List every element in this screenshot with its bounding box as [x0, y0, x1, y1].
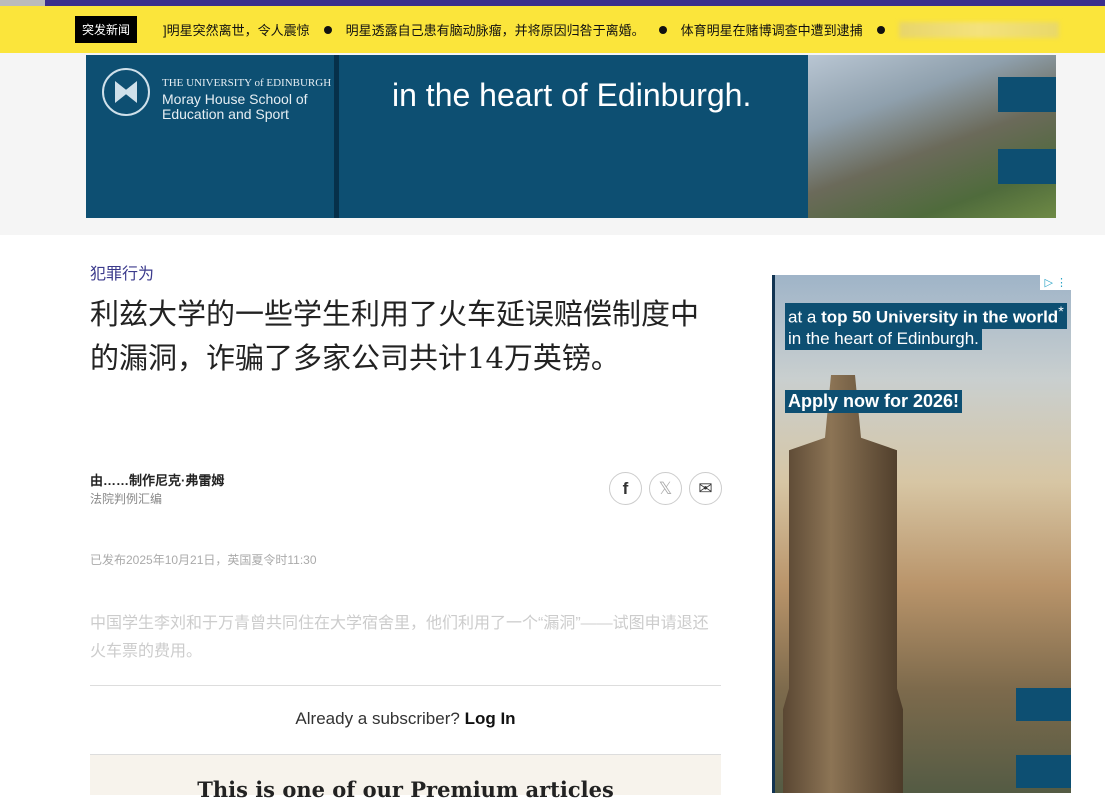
ad-footnote-mark: * — [1058, 304, 1064, 320]
university-name: THE UNIVERSITY of EDINBURGH — [162, 77, 332, 89]
school-name: Moray House School of Education and Spor… — [162, 91, 308, 122]
ad-block — [1016, 688, 1071, 721]
edinburgh-photo — [808, 55, 1056, 218]
category-link[interactable]: 犯罪行为 — [90, 260, 154, 284]
bullet-icon — [323, 25, 332, 34]
ad-text-bold: top 50 University in the world — [821, 307, 1059, 327]
ad-text: at a — [788, 307, 822, 327]
blurred-ticker-item — [898, 21, 1059, 38]
source: 法院判例汇编 — [90, 492, 163, 506]
ad-block — [1016, 755, 1071, 788]
banner-ad[interactable]: THE UNIVERSITY of EDINBURGH Moray House … — [86, 55, 1056, 218]
banner-tagline: in the heart of Edinburgh. — [392, 77, 752, 113]
university-crest-icon — [102, 68, 150, 116]
ticker-item[interactable]: 体育明星在赌博调查中遭到逮捕 — [681, 20, 863, 39]
header-ad-area: THE UNIVERSITY of EDINBURGH Moray House … — [0, 53, 1105, 235]
divider — [90, 685, 721, 686]
login-link[interactable]: Log In — [465, 709, 516, 728]
login-prompt-text: Already a subscriber? — [295, 709, 460, 728]
bullet-icon — [658, 25, 667, 34]
x-share-button[interactable]: 𝕏 — [649, 472, 682, 505]
premium-heading: This is one of our Premium articles — [90, 755, 721, 802]
adchoices-icon[interactable]: ▷ ⋮ — [1040, 275, 1071, 290]
divider — [334, 55, 339, 218]
email-share-button[interactable]: ✉ — [689, 472, 722, 505]
ticker-item[interactable]: 明星透露自己患有脑动脉瘤，并将原因归咎于离婚。 — [346, 20, 645, 39]
monument-image — [783, 375, 903, 793]
article-lede: 中国学生李刘和于万青曾共同住在大学宿舍里，他们利用了一个“漏洞”——试图申请退还… — [90, 615, 709, 660]
article-title: 利兹大学的一些学生利用了火车延误赔偿制度中的漏洞，诈骗了多家公司共计14万英镑。 — [90, 297, 700, 375]
ticker-item[interactable]: ]明星突然离世，令人震惊 — [163, 20, 310, 39]
breaking-news-ticker: 突发新闻 ]明星突然离世，令人震惊 明星透露自己患有脑动脉瘤，并将原因归咎于离婚… — [0, 6, 1105, 53]
bullet-icon — [876, 25, 885, 34]
sidebar-ad[interactable]: ▷ ⋮ at a top 50 University in the world*… — [772, 275, 1071, 793]
login-prompt: Already a subscriber? Log In — [90, 709, 721, 729]
facebook-share-button[interactable]: f — [609, 472, 642, 505]
ad-line-1: at a top 50 University in the world* — [785, 303, 1067, 329]
breaking-news-badge: 突发新闻 — [75, 16, 138, 43]
ad-line-2: in the heart of Edinburgh. — [785, 328, 982, 350]
apply-cta[interactable]: Apply now for 2026! — [785, 390, 963, 413]
byline[interactable]: 由……制作尼克·弗雷姆 — [90, 470, 224, 489]
published-date: 已发布2025年10月21日，英国夏令时11:30 — [90, 553, 317, 567]
